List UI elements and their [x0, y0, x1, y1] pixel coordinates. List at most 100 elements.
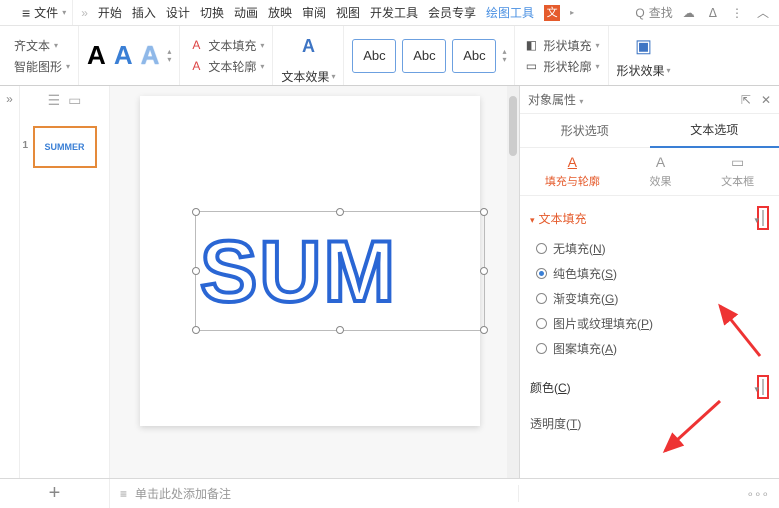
- shape-preset-3[interactable]: Abc: [452, 39, 496, 73]
- add-slide-button[interactable]: +: [0, 479, 110, 508]
- resize-handle[interactable]: [336, 326, 344, 334]
- wordart-style-outline[interactable]: A: [141, 40, 160, 71]
- outline-view-icon[interactable]: ☰: [48, 92, 61, 109]
- notes-area[interactable]: ≡ 单击此处添加备注: [110, 485, 519, 502]
- resize-handle[interactable]: [480, 267, 488, 275]
- resize-handle[interactable]: [336, 208, 344, 216]
- tab-insert[interactable]: 插入: [132, 4, 156, 21]
- file-menu[interactable]: ≡ 文件 ▾: [16, 0, 73, 25]
- tab-dev[interactable]: 开发工具: [370, 4, 418, 21]
- slide[interactable]: SUM: [140, 96, 480, 426]
- resize-handle[interactable]: [480, 326, 488, 334]
- fill-preset-combo[interactable]: [762, 210, 764, 226]
- scroll-thumb[interactable]: [509, 96, 517, 156]
- align-text-button[interactable]: 齐文本▾: [14, 37, 70, 54]
- vertical-scrollbar[interactable]: [507, 86, 519, 478]
- wordart-style-solid[interactable]: A: [87, 40, 106, 71]
- tab-transition[interactable]: 切换: [200, 4, 224, 21]
- shape-effects-icon: ▣: [636, 32, 652, 60]
- text-outline-icon: A: [188, 58, 204, 74]
- shape-preset-2[interactable]: Abc: [402, 39, 446, 73]
- search-box[interactable]: Q 查找: [635, 4, 672, 21]
- smartart-button[interactable]: 智能图形▾: [14, 58, 70, 75]
- color-combo[interactable]: [762, 379, 764, 395]
- radio-gradient[interactable]: 渐变填充(G): [536, 290, 763, 307]
- notes-placeholder: 单击此处添加备注: [135, 485, 231, 502]
- ribbon-tabs: » 开始 插入 设计 切换 动画 放映 审阅 视图 开发工具 会员专享 绘图工具…: [73, 4, 635, 21]
- tab-shape-options[interactable]: 形状选项: [520, 114, 650, 147]
- wordart-spinner[interactable]: ▴▾: [167, 48, 171, 64]
- tab-start[interactable]: 开始: [98, 4, 122, 21]
- app-accent: [4, 3, 10, 23]
- radio-pattern[interactable]: 图案填充(A): [536, 340, 763, 357]
- radio-solid[interactable]: 纯色填充(S): [536, 265, 763, 282]
- close-icon[interactable]: ✕: [761, 93, 771, 107]
- shape-preset-1[interactable]: Abc: [352, 39, 396, 73]
- tab-drawtools[interactable]: 绘图工具: [486, 4, 534, 21]
- tab-vip[interactable]: 会员专享: [428, 4, 476, 21]
- chevron-up-icon[interactable]: ︿: [757, 4, 769, 21]
- tab-slideshow[interactable]: 放映: [268, 4, 292, 21]
- more-icon[interactable]: ∘∘∘: [746, 487, 769, 501]
- properties-panel: ⚙ 对象属性 ▾ ⇱ ✕ 形状选项 文本选项 A 填充与轮廓 A 效果 ▭ 文本…: [519, 86, 779, 478]
- wordart-style-blue[interactable]: A: [114, 40, 133, 71]
- text-fill-icon: A: [188, 37, 204, 53]
- caret-down-icon: ▾: [62, 8, 66, 17]
- notes-icon: ≡: [120, 487, 127, 501]
- search-icon: Q: [635, 6, 644, 20]
- thumb-text: SUMMER: [45, 142, 85, 152]
- wordart-text[interactable]: SUM: [196, 212, 484, 332]
- resize-handle[interactable]: [192, 208, 200, 216]
- file-label: 文件: [34, 4, 58, 21]
- panel-title: 对象属性: [528, 93, 576, 107]
- selected-textbox[interactable]: SUM: [195, 211, 485, 331]
- annotation-box-1: [757, 206, 769, 230]
- opacity-label: 透明度(T): [530, 415, 581, 432]
- slide-thumbnail-1[interactable]: 1 SUMMER: [33, 126, 97, 168]
- rail-collapse-icon[interactable]: »: [6, 92, 13, 106]
- effects-icon: A: [650, 154, 670, 170]
- radio-none[interactable]: 无填充(N): [536, 240, 763, 257]
- slide-view-icon[interactable]: ▭: [68, 92, 81, 109]
- search-placeholder: 查找: [649, 4, 673, 21]
- tab-extra-icon[interactable]: 文: [544, 5, 560, 21]
- hamburger-icon: ≡: [22, 5, 30, 21]
- subtab-effects[interactable]: A 效果: [649, 154, 671, 189]
- radio-picture[interactable]: 图片或纹理填充(P): [536, 315, 763, 332]
- shape-fill-button[interactable]: ◧形状填充▾: [523, 37, 599, 54]
- shape-outline-button[interactable]: ▭形状轮廓▾: [523, 58, 599, 75]
- thumb-number: 1: [23, 140, 29, 151]
- color-label: 颜色(C): [530, 379, 571, 396]
- pin-icon[interactable]: ⇱: [741, 93, 751, 107]
- shape-effects-button[interactable]: ▣ 形状效果▾: [617, 32, 671, 79]
- canvas-area[interactable]: SUM: [110, 86, 519, 478]
- text-outline-button[interactable]: A文本轮廓▾: [188, 58, 264, 75]
- resize-handle[interactable]: [192, 267, 200, 275]
- ribbon: 齐文本▾ 智能图形▾ A A A ▴▾ A文本填充▾ A文本轮廓▾ A 文本效果…: [0, 26, 779, 86]
- shape-preset-spinner[interactable]: ▴▾: [502, 48, 506, 64]
- resize-handle[interactable]: [480, 208, 488, 216]
- subtab-fill-outline[interactable]: A 填充与轮廓: [545, 154, 600, 189]
- bucket-icon: ◧: [523, 37, 539, 53]
- overflow-icon[interactable]: ⋮: [731, 6, 743, 20]
- share-icon[interactable]: ᐃ: [709, 6, 717, 20]
- subtab-textbox[interactable]: ▭ 文本框: [721, 154, 754, 189]
- text-effects-icon: A: [293, 26, 323, 66]
- annotation-box-2: [757, 375, 769, 399]
- tab-review[interactable]: 审阅: [302, 4, 326, 21]
- section-text-fill: 文本填充: [539, 212, 587, 226]
- cloud-icon[interactable]: ☁: [683, 6, 695, 20]
- fill-outline-icon: A: [562, 154, 582, 170]
- resize-handle[interactable]: [192, 326, 200, 334]
- tab-design[interactable]: 设计: [166, 4, 190, 21]
- more-left-icon[interactable]: »: [81, 6, 88, 20]
- tab-text-options[interactable]: 文本选项: [650, 113, 779, 148]
- tab-overflow-icon[interactable]: ▸: [570, 8, 574, 17]
- outline-icon: ▭: [523, 58, 539, 74]
- collapse-icon[interactable]: ▾: [530, 215, 535, 225]
- textbox-icon: ▭: [728, 154, 748, 170]
- tab-animate[interactable]: 动画: [234, 4, 258, 21]
- tab-view[interactable]: 视图: [336, 4, 360, 21]
- text-effects-button[interactable]: A 文本效果▾: [281, 26, 335, 85]
- text-fill-button[interactable]: A文本填充▾: [188, 37, 264, 54]
